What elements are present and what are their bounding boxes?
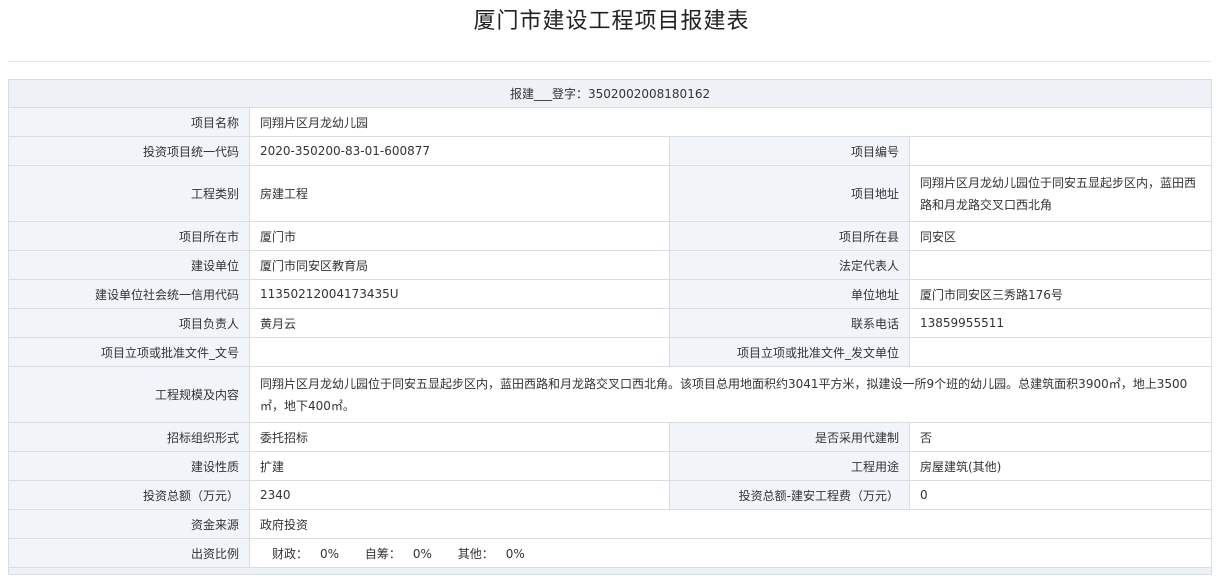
table-row: 项目立项或批准文件_文号 项目立项或批准文件_发文单位 (8, 337, 1213, 367)
approval-doc-label: 项目立项或批准文件_文号 (8, 337, 250, 367)
total-invest-value: 2340 (249, 480, 670, 510)
table-row: 建设单位社会统一信用代码 11350212004173435U 单位地址 厦门市… (8, 279, 1213, 309)
ratio-item-self: 自筹： 0% (365, 545, 432, 562)
ratio-percent: 0% (412, 546, 432, 561)
invest-code-value: 2020-350200-83-01-600877 (249, 136, 670, 166)
ratio-name: 自筹： (364, 546, 401, 561)
project-name-label: 项目名称 (8, 107, 250, 137)
table-row (7, 567, 1213, 575)
legal-rep-value (908, 250, 1213, 280)
table-row: 招标组织形式 委托招标 是否采用代建制 否 (8, 422, 1213, 452)
scale-value: 同翔片区月龙幼儿园位于同安五显起步区内，蓝田西路和月龙路交叉口西北角。该项目总用… (248, 366, 1213, 423)
nature-value: 扩建 (249, 451, 670, 481)
table-row: 项目名称 同翔片区月龙幼儿园 (8, 107, 1213, 137)
project-name-value: 同翔片区月龙幼儿园 (248, 107, 1213, 137)
total-invest-label: 投资总额（万元） (8, 480, 250, 510)
agent-build-value: 否 (908, 422, 1213, 452)
address-value: 同翔片区月龙幼儿园位于同安五显起步区内，蓝田西路和月龙路交叉口西北角 (908, 165, 1213, 222)
ratio-percent: 0% (320, 546, 340, 561)
page-title: 厦门市建设工程项目报建表 (473, 9, 750, 34)
unit-address-value: 厦门市同安区三秀路176号 (908, 279, 1213, 309)
project-no-value (908, 136, 1213, 166)
table-row: 出资比例 财政： 0% 自筹： 0% 其他： 0% (8, 538, 1213, 568)
city-label: 项目所在市 (8, 221, 250, 251)
builder-label: 建设单位 (8, 250, 250, 280)
approval-doc-value (249, 337, 670, 367)
install-cost-value: 0 (908, 480, 1213, 510)
table-row: 投资总额（万元） 2340 投资总额-建安工程费（万元） 0 (8, 480, 1213, 510)
builder-value: 厦门市同安区教育局 (249, 250, 670, 280)
address-label: 项目地址 (669, 165, 910, 222)
usage-label: 工程用途 (669, 451, 910, 481)
manager-value: 黄月云 (249, 308, 670, 338)
approval-unit-label: 项目立项或批准文件_发文单位 (669, 337, 910, 367)
table-footer-row (7, 567, 1213, 575)
table-row: 工程类别 房建工程 项目地址 同翔片区月龙幼儿园位于同安五显起步区内，蓝田西路和… (8, 165, 1213, 222)
county-label: 项目所在县 (669, 221, 910, 251)
bidding-value: 委托招标 (249, 422, 670, 452)
city-value: 厦门市 (249, 221, 670, 251)
ratio-item-other: 其他： 0% (458, 545, 525, 562)
legal-rep-label: 法定代表人 (669, 250, 910, 280)
county-value: 同安区 (908, 221, 1213, 251)
credit-code-value: 11350212004173435U (249, 279, 670, 309)
fund-source-value: 政府投资 (248, 509, 1213, 539)
usage-value: 房屋建筑(其他) (908, 451, 1213, 481)
table-row: 建设性质 扩建 工程用途 房屋建筑(其他) (8, 451, 1213, 481)
eng-type-value: 房建工程 (249, 165, 670, 222)
table-row: 报建___登字：3502002008180162 (7, 79, 1213, 108)
registration-table: 报建___登字：3502002008180162 项目名称 同翔片区月龙幼儿园 … (7, 79, 1213, 575)
table-row: 资金来源 政府投资 (8, 509, 1213, 539)
title-divider (8, 61, 1211, 62)
phone-label: 联系电话 (669, 308, 910, 338)
ratio-percent: 0% (505, 546, 525, 561)
table-row: 投资项目统一代码 2020-350200-83-01-600877 项目编号 (8, 136, 1213, 166)
scale-label: 工程规模及内容 (8, 366, 250, 423)
registration-number: 报建___登字：3502002008180162 (7, 79, 1213, 108)
table-row: 项目所在市 厦门市 项目所在县 同安区 (8, 221, 1213, 251)
nature-label: 建设性质 (8, 451, 250, 481)
eng-type-label: 工程类别 (8, 165, 250, 222)
ratio-value: 财政： 0% 自筹： 0% 其他： 0% (248, 538, 1213, 568)
ratio-label: 出资比例 (8, 538, 250, 568)
invest-code-label: 投资项目统一代码 (8, 136, 250, 166)
fund-source-label: 资金来源 (8, 509, 250, 539)
manager-label: 项目负责人 (8, 308, 250, 338)
credit-code-label: 建设单位社会统一信用代码 (8, 279, 250, 309)
bidding-label: 招标组织形式 (8, 422, 250, 452)
unit-address-label: 单位地址 (669, 279, 910, 309)
phone-value: 13859955511 (908, 308, 1213, 338)
install-cost-label: 投资总额-建安工程费（万元） (669, 480, 910, 510)
agent-build-label: 是否采用代建制 (669, 422, 910, 452)
project-no-label: 项目编号 (669, 136, 910, 166)
table-row: 项目负责人 黄月云 联系电话 13859955511 (8, 308, 1213, 338)
approval-unit-value (908, 337, 1213, 367)
ratio-name: 其他： (457, 546, 494, 561)
ratio-name: 财政： (272, 546, 309, 561)
ratio-item-fiscal: 财政： 0% (272, 545, 339, 562)
table-row: 工程规模及内容 同翔片区月龙幼儿园位于同安五显起步区内，蓝田西路和月龙路交叉口西… (8, 366, 1213, 423)
table-row: 建设单位 厦门市同安区教育局 法定代表人 (8, 250, 1213, 280)
